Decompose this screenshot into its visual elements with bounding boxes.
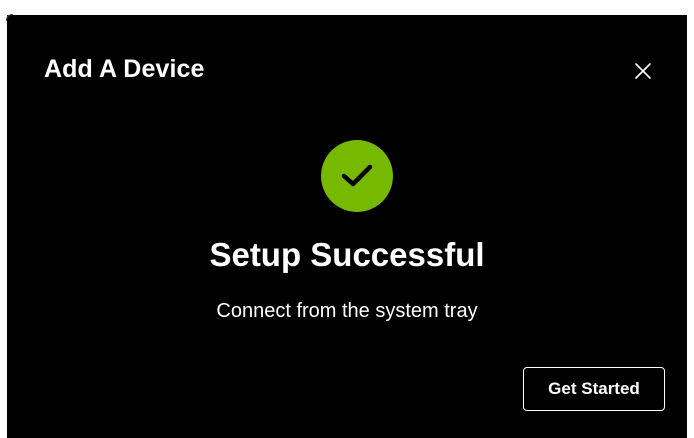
close-button[interactable] bbox=[629, 57, 657, 85]
checkmark-icon bbox=[341, 164, 373, 187]
close-icon[interactable] bbox=[634, 62, 652, 80]
success-subtext: Connect from the system tray bbox=[216, 300, 478, 322]
add-device-dialog: Add A Device Setup Successful Connect fr… bbox=[6, 14, 687, 438]
success-headline: Setup Successful bbox=[209, 236, 485, 273]
dialog-title: Add A Device bbox=[44, 55, 205, 83]
get-started-button[interactable]: Get Started bbox=[523, 367, 665, 411]
success-badge bbox=[321, 140, 393, 212]
